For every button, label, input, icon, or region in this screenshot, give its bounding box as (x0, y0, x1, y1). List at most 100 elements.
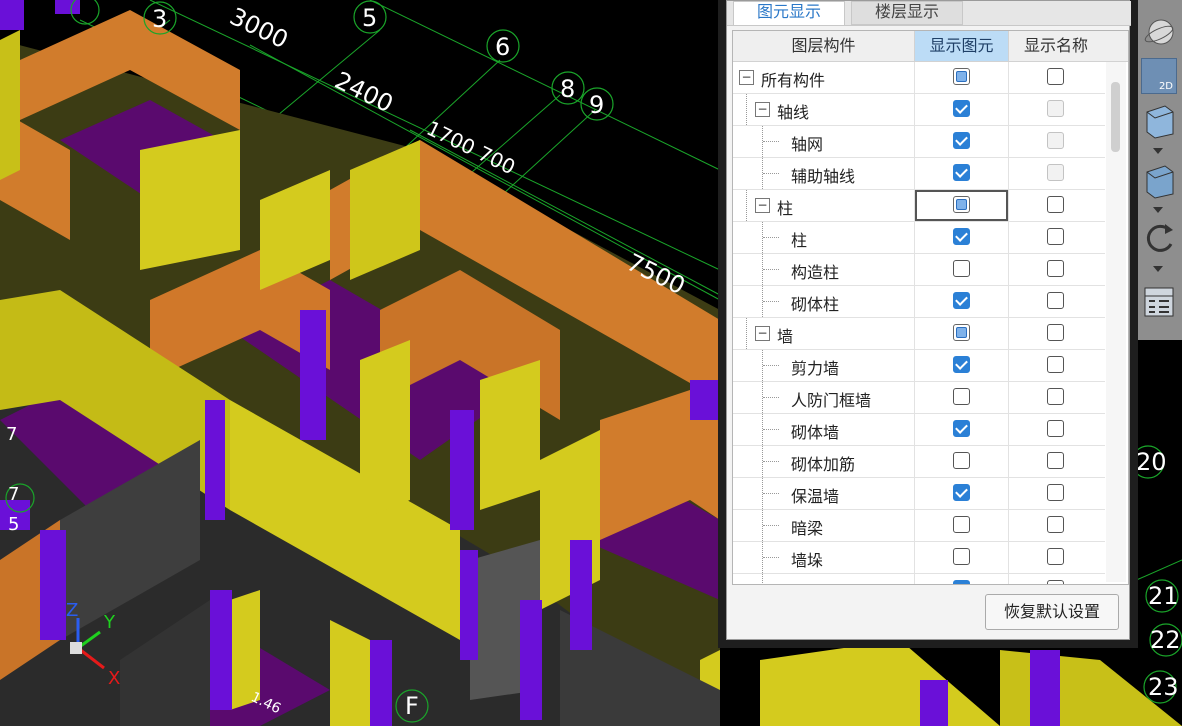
show-name-checkbox[interactable] (1047, 548, 1064, 565)
layer-row[interactable]: 砌体柱 (733, 286, 1105, 318)
column-header-layer[interactable]: 图层构件 (733, 31, 915, 61)
show-element-cell (915, 574, 1009, 584)
layer-name-cell: − 墙 (733, 318, 915, 349)
scrollbar-thumb[interactable] (1111, 82, 1120, 152)
show-element-checkbox[interactable] (953, 452, 970, 469)
layer-row[interactable]: − 墙 (733, 318, 1105, 350)
tree-connector (762, 414, 763, 445)
show-name-cell (1009, 318, 1103, 349)
show-element-checkbox[interactable] (953, 324, 970, 341)
show-name-checkbox[interactable] (1047, 452, 1064, 469)
layer-row[interactable]: 轴网 (733, 126, 1105, 158)
show-element-checkbox[interactable] (953, 292, 970, 309)
show-element-checkbox[interactable] (953, 388, 970, 405)
tree-connector (762, 510, 763, 541)
view-3d-solid-icon[interactable] (1141, 160, 1177, 200)
orbit-icon[interactable] (1141, 14, 1177, 52)
layer-row[interactable]: 辅助轴线 (733, 158, 1105, 190)
dimension-label: 3000 (225, 2, 292, 54)
chevron-down-icon[interactable] (1153, 148, 1163, 154)
layer-row[interactable]: 暗梁 (733, 510, 1105, 542)
layer-row[interactable]: 砌体加筋 (733, 446, 1105, 478)
layer-row[interactable]: 人防门框墙 (733, 382, 1105, 414)
show-name-checkbox[interactable] (1047, 68, 1064, 85)
layer-row[interactable]: 柱 (733, 222, 1105, 254)
layer-row[interactable]: − 柱 (733, 190, 1105, 222)
layer-row[interactable]: − 所有构件 (733, 62, 1105, 94)
focused-cell (915, 190, 1008, 221)
show-name-checkbox[interactable] (1047, 420, 1064, 437)
show-name-checkbox[interactable] (1047, 388, 1064, 405)
tree-connector (763, 397, 779, 398)
collapse-toggle[interactable]: − (755, 102, 770, 117)
show-name-checkbox[interactable] (1047, 356, 1064, 373)
layer-name-cell: 剪力墙 (733, 350, 915, 381)
layer-row[interactable]: 构造柱 (733, 254, 1105, 286)
show-element-checkbox[interactable] (953, 420, 970, 437)
show-element-cell (915, 510, 1009, 541)
show-element-checkbox[interactable] (953, 100, 970, 117)
show-element-checkbox[interactable] (953, 484, 970, 501)
axis-label: 9 (589, 91, 604, 119)
tab-floor-display[interactable]: 楼层显示 (851, 1, 963, 25)
collapse-toggle[interactable]: − (755, 326, 770, 341)
layer-row[interactable]: 幕墙 (733, 574, 1105, 584)
show-element-checkbox[interactable] (953, 164, 970, 181)
properties-panel-icon[interactable] (1141, 282, 1177, 322)
panel-tabs: 图元显示 楼层显示 (727, 1, 1131, 26)
show-name-cell (1009, 158, 1103, 189)
layer-label: 砌体加筋 (791, 455, 856, 474)
layer-tree-grid: 图层构件 显示图元 显示名称 − 所有构件 − 轴线 轴网 辅助轴线 − 柱柱构造柱 砌体柱 − 墙… (732, 30, 1129, 585)
layer-row[interactable]: 剪力墙 (733, 350, 1105, 382)
view-2d-icon[interactable]: 2D (1141, 58, 1177, 94)
column-header-show-element[interactable]: 显示图元 (915, 31, 1009, 61)
layer-row[interactable]: 砌体墙 (733, 414, 1105, 446)
tree-connector (763, 269, 779, 270)
collapse-toggle[interactable]: − (739, 70, 754, 85)
show-name-checkbox[interactable] (1047, 484, 1064, 501)
tree-connector (763, 557, 779, 558)
column-header-show-name[interactable]: 显示名称 (1009, 31, 1103, 61)
layer-label: 构造柱 (791, 263, 840, 282)
show-element-checkbox[interactable] (953, 132, 970, 149)
show-element-checkbox[interactable] (953, 356, 970, 373)
vertical-scrollbar[interactable] (1106, 62, 1126, 582)
rotate-icon[interactable] (1141, 218, 1177, 258)
layer-row[interactable]: − 轴线 (733, 94, 1105, 126)
layer-name-cell: 构造柱 (733, 254, 915, 285)
show-name-checkbox[interactable] (1047, 228, 1064, 245)
layer-label: 柱 (791, 231, 808, 250)
show-element-checkbox[interactable] (953, 260, 970, 277)
show-element-checkbox[interactable] (953, 228, 970, 245)
layer-label: 砌体柱 (791, 295, 840, 314)
show-element-checkbox[interactable] (953, 548, 970, 565)
show-name-checkbox[interactable] (1047, 516, 1064, 533)
show-name-cell (1009, 286, 1103, 317)
layer-row[interactable]: 墙垛 (733, 542, 1105, 574)
tab-element-display[interactable]: 图元显示 (733, 1, 845, 25)
tree-connector (762, 350, 763, 381)
show-element-cell (915, 158, 1009, 189)
restore-defaults-button[interactable]: 恢复默认设置 (985, 594, 1119, 630)
show-name-cell (1009, 190, 1103, 221)
layer-row[interactable]: 保温墙 (733, 478, 1105, 510)
show-name-checkbox[interactable] (1047, 196, 1064, 213)
layer-name-cell: 辅助轴线 (733, 158, 915, 189)
chevron-down-icon[interactable] (1153, 266, 1163, 272)
layer-name-cell: − 所有构件 (733, 62, 915, 93)
show-element-checkbox[interactable] (953, 516, 970, 533)
view-3d-box-icon[interactable] (1141, 100, 1177, 140)
axis-label: 6 (495, 33, 510, 61)
show-name-checkbox[interactable] (1047, 580, 1064, 584)
tree-connector (763, 525, 779, 526)
show-element-checkbox[interactable] (953, 68, 970, 85)
layer-label: 墙 (777, 327, 794, 346)
axis-label: 21 (1148, 582, 1179, 610)
show-name-checkbox[interactable] (1047, 324, 1064, 341)
layer-name-cell: 墙垛 (733, 542, 915, 573)
show-name-checkbox[interactable] (1047, 260, 1064, 277)
show-element-checkbox[interactable] (953, 580, 970, 584)
show-name-checkbox[interactable] (1047, 292, 1064, 309)
collapse-toggle[interactable]: − (755, 198, 770, 213)
chevron-down-icon[interactable] (1153, 207, 1163, 213)
